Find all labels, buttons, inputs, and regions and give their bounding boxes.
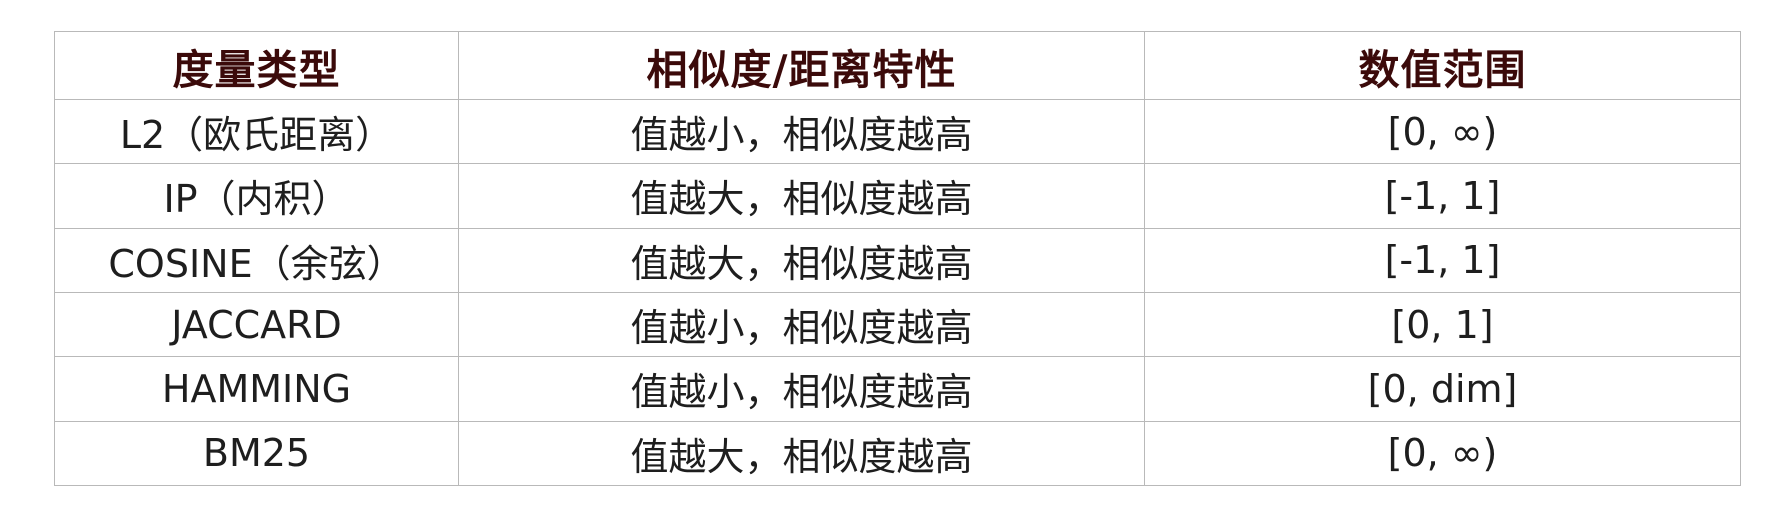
header-metric-type: 度量类型 bbox=[54, 31, 459, 100]
table-row: JACCARD 值越小，相似度越高 [0, 1] bbox=[54, 291, 1741, 358]
cell-trait: 值越小，相似度越高 bbox=[458, 98, 1145, 165]
cell-range: [0, ∞) bbox=[1144, 420, 1741, 487]
cell-metric: COSINE（余弦） bbox=[54, 227, 459, 293]
cell-range: [0, dim] bbox=[1144, 356, 1741, 422]
cell-range: [0, ∞) bbox=[1144, 98, 1741, 165]
cell-trait: 值越大，相似度越高 bbox=[458, 163, 1145, 229]
header-similarity-trait: 相似度/距离特性 bbox=[458, 31, 1145, 100]
metric-table: 度量类型 相似度/距离特性 数值范围 L2（欧氏距离） 值越小，相似度越高 [0… bbox=[54, 31, 1741, 487]
metric-table-container: 度量类型 相似度/距离特性 数值范围 L2（欧氏距离） 值越小，相似度越高 [0… bbox=[54, 31, 1741, 487]
cell-trait: 值越大，相似度越高 bbox=[458, 420, 1145, 487]
table-row: IP（内积） 值越大，相似度越高 [-1, 1] bbox=[54, 163, 1741, 229]
cell-trait: 值越大，相似度越高 bbox=[458, 227, 1145, 293]
table-row: COSINE（余弦） 值越大，相似度越高 [-1, 1] bbox=[54, 227, 1741, 293]
cell-range: [0, 1] bbox=[1144, 291, 1741, 358]
header-value-range: 数值范围 bbox=[1144, 31, 1741, 100]
table-row: BM25 值越大，相似度越高 [0, ∞) bbox=[54, 420, 1741, 487]
cell-range: [-1, 1] bbox=[1144, 227, 1741, 293]
cell-range: [-1, 1] bbox=[1144, 163, 1741, 229]
cell-metric: HAMMING bbox=[54, 356, 459, 422]
cell-metric: BM25 bbox=[54, 420, 459, 487]
cell-trait: 值越小，相似度越高 bbox=[458, 291, 1145, 358]
cell-metric: JACCARD bbox=[54, 291, 459, 358]
table-header-row: 度量类型 相似度/距离特性 数值范围 bbox=[54, 31, 1741, 100]
cell-metric: L2（欧氏距离） bbox=[54, 98, 459, 165]
table-row: HAMMING 值越小，相似度越高 [0, dim] bbox=[54, 356, 1741, 422]
cell-trait: 值越小，相似度越高 bbox=[458, 356, 1145, 422]
cell-metric: IP（内积） bbox=[54, 163, 459, 229]
table-row: L2（欧氏距离） 值越小，相似度越高 [0, ∞) bbox=[54, 98, 1741, 165]
